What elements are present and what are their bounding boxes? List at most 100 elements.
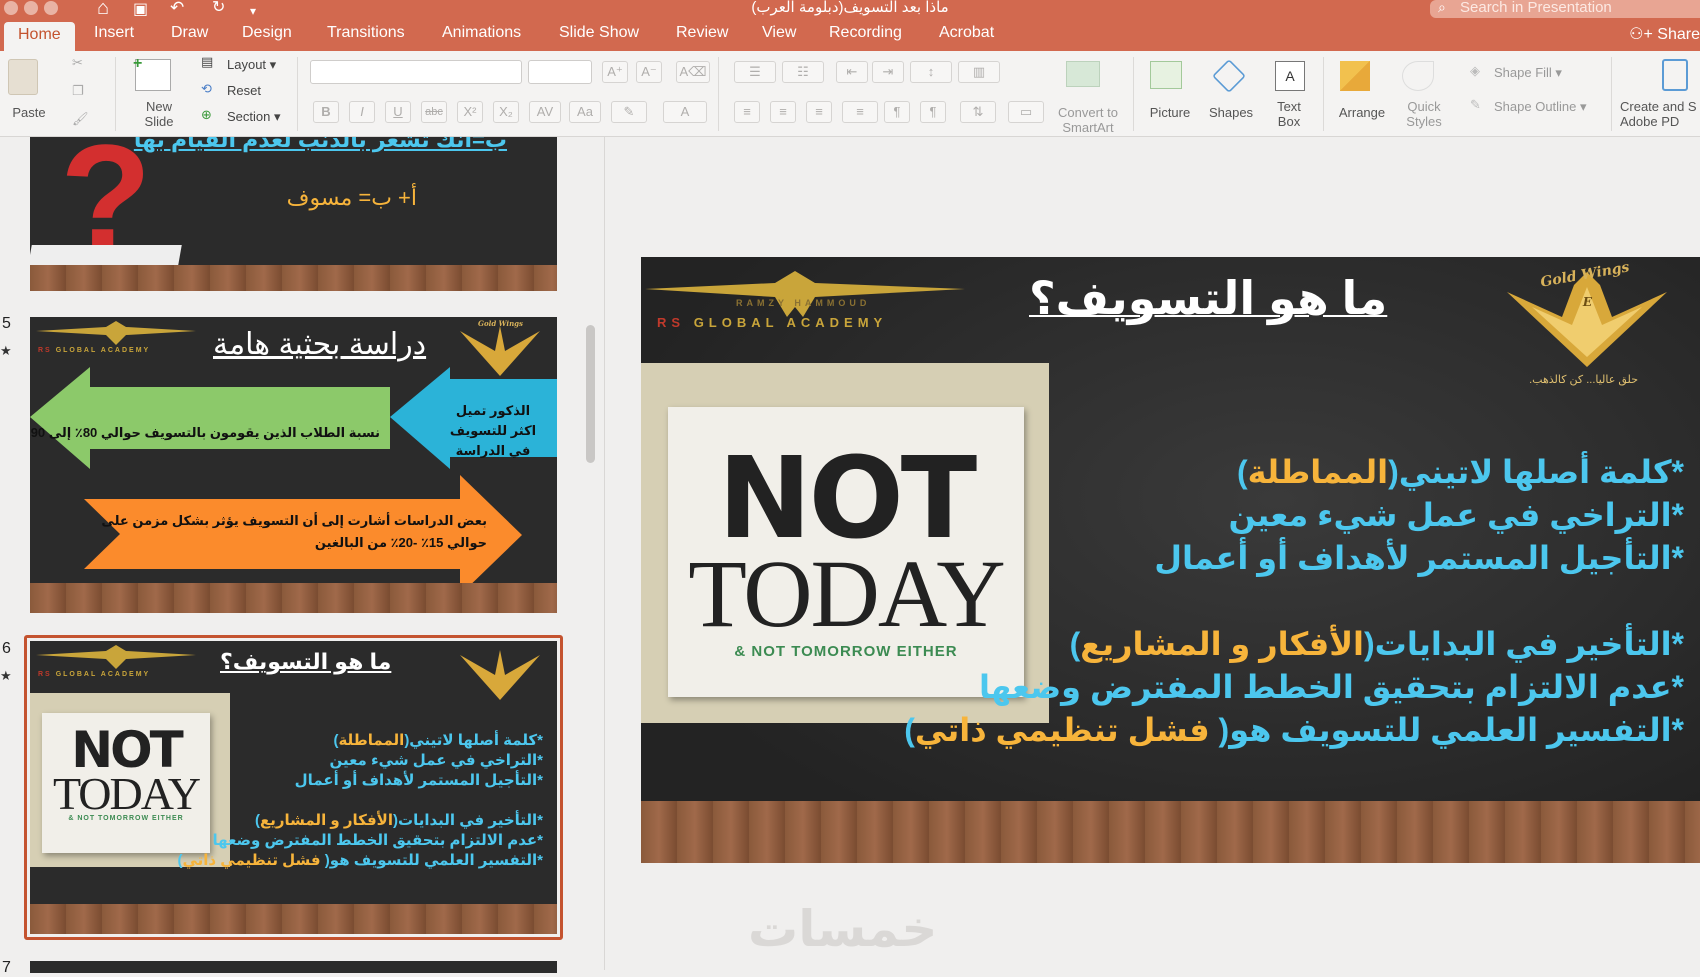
bold-button[interactable]: B [313,101,339,123]
strikethrough-button[interactable]: abc [421,101,447,123]
smartart-icon[interactable] [1066,61,1100,87]
slogan-text: حلق عاليا... كن كالذهب. [1529,374,1638,386]
tab-draw[interactable]: Draw [171,24,208,42]
clear-formatting-button[interactable]: A⌫ [676,61,710,83]
ribbon-separator [1323,57,1324,131]
current-slide[interactable]: RAMZY HAMMOUD RS GLOBAL ACADEMY ما هو ال… [641,257,1700,863]
academy-top-text: RAMZY HAMMOUD [736,298,871,308]
align-center-button[interactable]: ≡ [770,101,796,123]
thumb-bullet-6: *التفسير العلمي للتسويف هو( فشل تنظيمي ذ… [177,852,543,869]
copy-icon[interactable]: ❐ [72,83,84,99]
increase-indent-button[interactable]: ⇥ [872,61,904,83]
decrease-indent-button[interactable]: ⇤ [836,61,868,83]
thumbnail-scrollbar[interactable] [586,325,595,463]
shapes-icon[interactable] [1212,59,1246,93]
ltr-direction-button[interactable]: ¶ [884,101,910,123]
text-box-icon[interactable]: A [1275,61,1305,91]
tab-design[interactable]: Design [242,24,292,42]
tab-insert[interactable]: Insert [94,24,134,42]
quick-styles-icon[interactable] [1402,61,1434,91]
text-box-button[interactable]: Text Box [1264,99,1314,129]
font-color-button[interactable]: A [663,101,707,123]
paste-button[interactable]: Paste [8,105,50,120]
gold-wings-logo-icon [460,650,540,700]
font-size-input[interactable] [528,60,592,84]
convert-smartart-button[interactable]: Convert to SmartArt [1052,105,1124,135]
align-text-button[interactable]: ▭ [1008,101,1044,123]
create-pdf-button[interactable]: Create and S Adobe PD [1620,99,1700,129]
slide-bullets[interactable]: *كلمة أصلها لاتيني(المماطلة) *التراخي في… [904,451,1684,752]
search-placeholder: Search in Presentation [1460,0,1612,16]
layout-button[interactable]: Layout ▾ [227,57,276,73]
justify-button[interactable]: ≡ [842,101,878,123]
slide-thumbnail-4[interactable]: ? ب=أنك تشعر بالذنب لعدم القيام بها أ+ ب… [30,137,557,291]
reset-button[interactable]: Reset [227,83,261,98]
arrange-icon[interactable] [1340,61,1370,91]
arrange-button[interactable]: Arrange [1330,105,1394,120]
slide-title[interactable]: ما هو التسويف؟ [1029,271,1387,325]
italic-button[interactable]: I [349,101,375,123]
thumb-bullet-1: *كلمة أصلها لاتيني(المماطلة) [333,732,543,749]
align-right-button[interactable]: ≡ [806,101,832,123]
slide6-thumb-bullets: *كلمة أصلها لاتيني(المماطلة) *التراخي في… [177,731,543,871]
thumb-bullet-2: *التراخي في عمل شيء معين [329,752,543,769]
create-pdf-icon[interactable] [1662,59,1688,91]
shape-outline-button[interactable]: Shape Outline ▾ [1494,99,1587,115]
section-button[interactable]: Section ▾ [227,109,281,125]
format-painter-icon[interactable]: 🖌 [72,111,89,127]
tab-animations[interactable]: Animations [442,24,521,42]
slide-thumbnail-7[interactable] [30,961,557,973]
numbering-button[interactable]: ☷ [782,61,824,83]
bullet-5: *عدم الالتزام بتحقيق الخطط المفترض وضعها [979,669,1684,705]
slide-thumbnail-5[interactable]: RS GLOBAL ACADEMY دراسة بحثية هامة Gold … [30,317,557,613]
add-person-icon: ⚇+ [1629,26,1658,43]
cut-icon[interactable]: ✂ [72,55,83,71]
slide5-arrow-orange-text-2: حوالي 15٪ -20٪ من البالغين [314,535,487,550]
align-left-button[interactable]: ≡ [734,101,760,123]
change-case-button[interactable]: Aa [569,101,601,123]
tab-view[interactable]: View [762,24,796,42]
paste-icon[interactable] [8,59,38,95]
character-spacing-button[interactable]: AV [529,101,561,123]
ribbon-separator [115,57,116,131]
increase-font-size-button[interactable]: A⁺ [602,61,628,83]
highlight-button[interactable]: ✎ [611,101,647,123]
font-name-input[interactable] [310,60,522,84]
layout-icon: ▤ [201,54,214,69]
slide-number-6: 6 [2,640,11,657]
superscript-button[interactable]: X² [457,101,483,123]
tab-recording[interactable]: Recording [829,24,902,42]
podium [30,245,182,265]
quick-styles-button[interactable]: Quick Styles [1396,99,1452,129]
new-slide-plus-icon: + [133,55,143,72]
bullet-6: *التفسير العلمي للتسويف هو( فشل تنظيمي ذ… [904,712,1684,748]
rtl-direction-button[interactable]: ¶ [920,101,946,123]
shape-fill-button[interactable]: Shape Fill ▾ [1494,65,1562,81]
share-button[interactable]: ⚇+ Share [1629,24,1700,44]
line-spacing-button[interactable]: ↕ [910,61,952,83]
new-slide-button[interactable]: New Slide [130,99,188,129]
bullets-button[interactable]: ☰ [734,61,776,83]
wood-floor [30,904,557,934]
picture-icon[interactable] [1150,61,1182,89]
search-input[interactable]: ⌕ Search in Presentation [1430,0,1700,18]
tab-acrobat[interactable]: Acrobat [939,24,994,42]
tab-transitions[interactable]: Transitions [327,24,405,42]
tab-home[interactable]: Home [4,22,75,51]
tab-review[interactable]: Review [676,24,728,42]
animation-star-icon: ★ [0,343,12,358]
columns-button[interactable]: ▥ [958,61,1000,83]
slide-thumbnail-6[interactable]: RS GLOBAL ACADEMY ما هو التسويف؟ NOT TOD… [30,641,557,934]
slide5-arrow-left-text: نسبة الطلاب الذين يقومون بالتسويف حوالي … [30,425,380,440]
text-direction-button[interactable]: ⇅ [960,101,996,123]
pane-divider[interactable] [604,137,605,970]
underline-button[interactable]: U [385,101,411,123]
eagle-logo-icon [36,645,196,669]
shapes-button[interactable]: Shapes [1200,105,1262,120]
picture-button[interactable]: Picture [1140,105,1200,120]
wood-floor [30,265,557,291]
title-bar: ⌂ ▣ ↶ ↻ ▾ ماذا بعد التسويف(دبلومة العرب)… [0,0,1700,18]
tab-slide-show[interactable]: Slide Show [559,24,639,42]
decrease-font-size-button[interactable]: A⁻ [636,61,662,83]
subscript-button[interactable]: X₂ [493,101,519,123]
